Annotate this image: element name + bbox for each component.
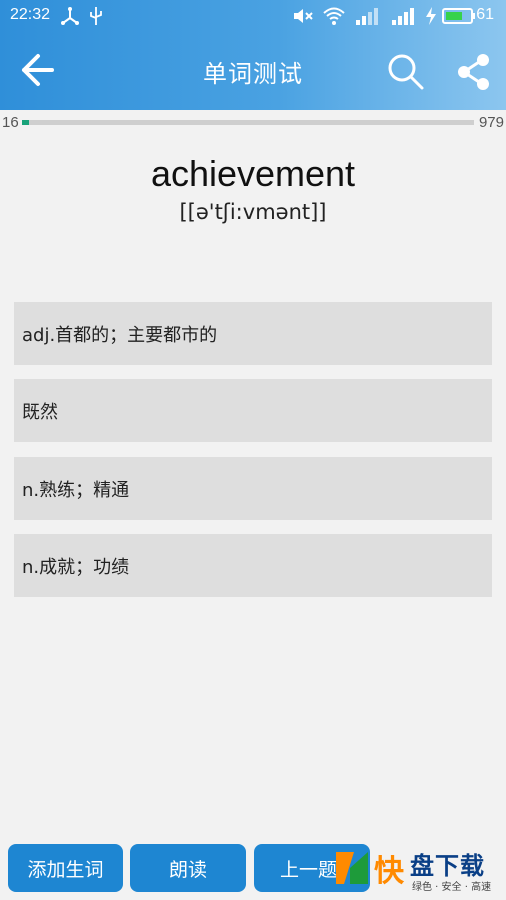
add-word-button[interactable]: 添加生词 <box>8 844 123 892</box>
mute-icon <box>294 9 313 23</box>
watermark-tagline: 绿色 · 安全 · 高速 <box>412 882 492 893</box>
watermark-char: 快 <box>374 854 404 889</box>
answer-option-3[interactable]: n.熟练；精通 <box>14 457 492 520</box>
usb-share-icon <box>61 7 79 25</box>
share-icon[interactable] <box>454 52 494 92</box>
read-aloud-button[interactable]: 朗读 <box>130 844 246 892</box>
wifi-icon <box>323 7 345 25</box>
progress-current: 16 <box>2 114 19 131</box>
status-time: 22:32 <box>10 6 51 23</box>
watermark: 快 盘下载 绿色 · 安全 · 高速 <box>334 842 504 898</box>
search-icon[interactable] <box>386 52 426 92</box>
usb-icon <box>90 7 102 25</box>
signal-icon <box>392 8 414 25</box>
battery-level: 61 <box>476 6 494 23</box>
quiz-word: achievement <box>150 153 356 194</box>
signal-4g-icon <box>356 8 378 25</box>
battery-icon <box>442 8 475 24</box>
page-title: 单词测试 <box>203 60 303 88</box>
header-area: 22:32 61 单词测试 <box>0 0 506 110</box>
charging-icon <box>426 7 436 25</box>
progress-track <box>22 120 474 125</box>
progress-fill <box>22 120 30 125</box>
watermark-title: 盘下载 <box>410 852 485 880</box>
progress-total: 979 <box>478 114 504 131</box>
quiz-phonetic: [[ə'tʃi:vmənt]] <box>179 200 327 224</box>
answer-option-1[interactable]: adj.首都的；主要都市的 <box>14 302 492 365</box>
answer-option-2[interactable]: 既然 <box>14 379 492 442</box>
progress-bar: 16 979 <box>0 112 506 134</box>
watermark-logo-icon <box>336 852 368 884</box>
answer-option-4[interactable]: n.成就；功绩 <box>14 534 492 597</box>
app-bar: 单词测试 <box>0 32 506 110</box>
status-bar: 22:32 61 <box>0 0 506 32</box>
